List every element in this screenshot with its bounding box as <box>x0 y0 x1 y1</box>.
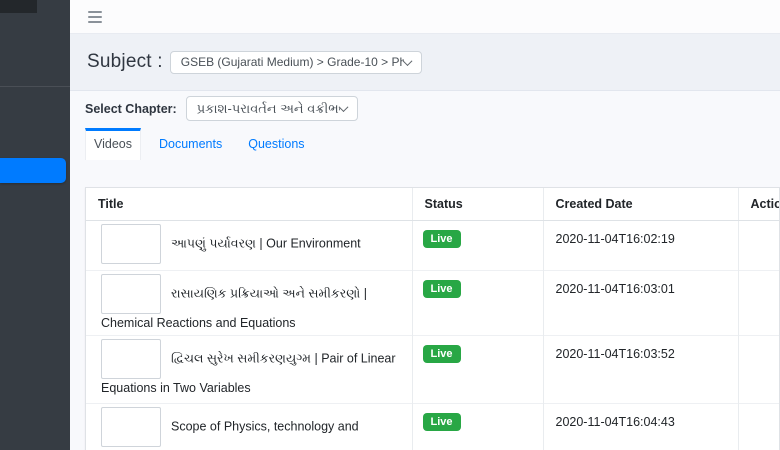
main-area: Subject : GSEB (Gujarati Medium) > Grade… <box>70 0 780 450</box>
table-row: આપણું પર્યાવરણ | Our Environment Live 20… <box>86 220 779 271</box>
column-header-action: Action <box>737 188 779 221</box>
subject-header: Subject : GSEB (Gujarati Medium) > Grade… <box>70 34 780 91</box>
status-badge: Live <box>422 345 461 364</box>
page-title: Subject : <box>87 51 163 72</box>
column-header-title: Title <box>86 188 412 221</box>
created-date: 2020-11-04T16:02:19 <box>542 220 738 271</box>
chevron-down-icon <box>338 102 349 113</box>
tab-videos[interactable]: Videos <box>85 128 141 160</box>
sidebar-divider <box>0 86 70 87</box>
presenter-video-thumbnail <box>101 224 161 264</box>
presenter-video-thumbnail <box>101 339 161 380</box>
column-header-status: Status <box>411 188 543 221</box>
chevron-down-icon <box>402 55 413 66</box>
action-cell <box>737 335 779 404</box>
sidebar-active-item[interactable] <box>0 158 66 183</box>
status-badge: Live <box>422 230 461 248</box>
tab-documents[interactable]: Documents <box>154 128 227 160</box>
created-date: 2020-11-04T16:03:01 <box>542 270 738 336</box>
tab-questions[interactable]: Questions <box>243 128 309 160</box>
table-header-row: Title Status Created Date Action <box>86 188 779 221</box>
action-cell <box>737 220 779 271</box>
chapter-select-value: પ્રકાશ-પરાવર્તન અને વક્રીભવન <box>196 100 340 116</box>
tab-bar: Videos Documents Questions <box>85 128 765 160</box>
chapter-filter-label: Select Chapter: <box>85 101 177 116</box>
created-date: 2020-11-04T16:04:43 <box>542 403 738 450</box>
table-row: રાસાયણિક પ્રક્રિયાઓ અને સમીકરણો | Chemic… <box>86 270 779 336</box>
status-badge: Live <box>422 280 461 298</box>
subject-select-value: GSEB (Gujarati Medium) > Grade-10 > Phys… <box>180 55 404 69</box>
content: Select Chapter: પ્રકાશ-પરાવર્તન અને વક્ર… <box>70 91 780 450</box>
chalkboard-video-thumbnail <box>101 407 161 448</box>
presenter-video-thumbnail <box>101 274 161 314</box>
action-cell <box>737 403 779 450</box>
chapter-filter-row: Select Chapter: પ્રકાશ-પરાવર્તન અને વક્ર… <box>85 96 765 121</box>
videos-table: Title Status Created Date Action આપણું પ… <box>86 188 779 450</box>
table-row: Scope of Physics, technology and society… <box>86 403 779 450</box>
column-header-created-date: Created Date <box>542 188 738 221</box>
table-row: દ્વિચલ સુરેખ સમીકરણયુગ્મ | Pair of Linea… <box>86 335 779 404</box>
hamburger-menu-icon[interactable] <box>88 10 102 23</box>
topbar <box>70 0 780 34</box>
status-badge: Live <box>422 413 461 432</box>
created-date: 2020-11-04T16:03:52 <box>542 335 738 404</box>
video-title: આપણું પર્યાવરણ | Our Environment <box>171 236 361 251</box>
sidebar <box>0 0 70 450</box>
videos-table-card: Title Status Created Date Action આપણું પ… <box>85 187 780 450</box>
brand-logo-block[interactable] <box>0 0 37 13</box>
chapter-select[interactable]: પ્રકાશ-પરાવર્તન અને વક્રીભવન <box>185 96 358 121</box>
action-cell <box>737 270 779 336</box>
subject-select[interactable]: GSEB (Gujarati Medium) > Grade-10 > Phys… <box>169 50 422 74</box>
